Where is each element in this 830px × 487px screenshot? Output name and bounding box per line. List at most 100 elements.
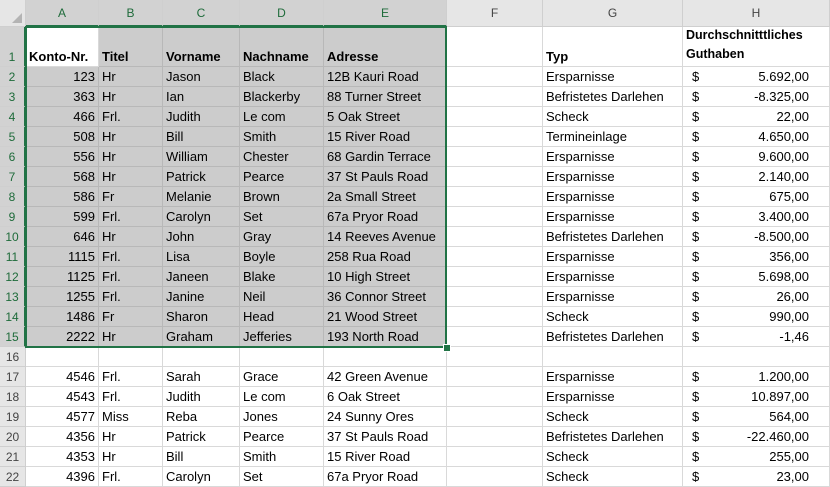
- cell-titel[interactable]: Fr: [99, 187, 163, 207]
- cell-guthaben[interactable]: $ -1,46: [683, 327, 830, 347]
- cell-vorname[interactable]: Reba: [163, 407, 240, 427]
- cell-adresse[interactable]: 10 High Street: [324, 267, 447, 287]
- cell-adresse[interactable]: 5 Oak Street: [324, 107, 447, 127]
- row-header-4[interactable]: 4: [0, 107, 26, 127]
- cell-konto[interactable]: 568: [26, 167, 99, 187]
- header-cell-adresse[interactable]: Adresse: [324, 27, 447, 67]
- cell-typ[interactable]: [543, 347, 683, 367]
- cell-typ[interactable]: Ersparnisse: [543, 387, 683, 407]
- row-header-17[interactable]: 17: [0, 367, 26, 387]
- cell-titel[interactable]: Hr: [99, 87, 163, 107]
- row-header-9[interactable]: 9: [0, 207, 26, 227]
- cell-typ[interactable]: Ersparnisse: [543, 207, 683, 227]
- cell-adresse[interactable]: [324, 347, 447, 367]
- cell-adresse[interactable]: 68 Gardin Terrace: [324, 147, 447, 167]
- header-cell-guthaben[interactable]: Durchschnitttliches Guthaben: [683, 27, 830, 67]
- cell-adresse[interactable]: 42 Green Avenue: [324, 367, 447, 387]
- cell-titel[interactable]: Frl.: [99, 207, 163, 227]
- cell-adresse[interactable]: 88 Turner Street: [324, 87, 447, 107]
- cell-titel[interactable]: Frl.: [99, 287, 163, 307]
- cell-nachname[interactable]: Smith: [240, 127, 324, 147]
- cell-titel[interactable]: Hr: [99, 327, 163, 347]
- cell-nachname[interactable]: Grace: [240, 367, 324, 387]
- cell-konto[interactable]: 1486: [26, 307, 99, 327]
- cell-nachname[interactable]: Brown: [240, 187, 324, 207]
- cell-titel[interactable]: Hr: [99, 447, 163, 467]
- header-cell-titel[interactable]: Titel: [99, 27, 163, 67]
- cell-titel[interactable]: Frl.: [99, 467, 163, 487]
- row-header-10[interactable]: 10: [0, 227, 26, 247]
- cell-konto[interactable]: 4396: [26, 467, 99, 487]
- cell-typ[interactable]: Ersparnisse: [543, 147, 683, 167]
- cell-nachname[interactable]: Le com: [240, 107, 324, 127]
- cell-guthaben[interactable]: $1.200,00: [683, 367, 830, 387]
- cell-nachname[interactable]: Blackerby: [240, 87, 324, 107]
- row-header-19[interactable]: 19: [0, 407, 26, 427]
- row-header-21[interactable]: 21: [0, 447, 26, 467]
- cell-empty[interactable]: [447, 387, 543, 407]
- row-header-6[interactable]: 6: [0, 147, 26, 167]
- select-all-corner[interactable]: [0, 0, 26, 27]
- cell-titel[interactable]: Hr: [99, 167, 163, 187]
- cell-guthaben[interactable]: $22,00: [683, 107, 830, 127]
- cell-konto[interactable]: 508: [26, 127, 99, 147]
- cell-adresse[interactable]: 14 Reeves Avenue: [324, 227, 447, 247]
- cell-guthaben[interactable]: $ -8.500,00: [683, 227, 830, 247]
- cell-vorname[interactable]: Sarah: [163, 367, 240, 387]
- cell-guthaben[interactable]: $5.698,00: [683, 267, 830, 287]
- cell-guthaben[interactable]: $10.897,00: [683, 387, 830, 407]
- cell-vorname[interactable]: Patrick: [163, 427, 240, 447]
- cell-typ[interactable]: Ersparnisse: [543, 247, 683, 267]
- cell-titel[interactable]: Frl.: [99, 387, 163, 407]
- cell-konto[interactable]: 466: [26, 107, 99, 127]
- cell-typ[interactable]: Ersparnisse: [543, 287, 683, 307]
- cell-konto[interactable]: 4543: [26, 387, 99, 407]
- cell-vorname[interactable]: Judith: [163, 107, 240, 127]
- cell-adresse[interactable]: 15 River Road: [324, 447, 447, 467]
- cell-titel[interactable]: Hr: [99, 147, 163, 167]
- cell-vorname[interactable]: Jason: [163, 67, 240, 87]
- cell-adresse[interactable]: 67a Pryor Road: [324, 207, 447, 227]
- cell-vorname[interactable]: Bill: [163, 447, 240, 467]
- row-header-22[interactable]: 22: [0, 467, 26, 487]
- cell-typ[interactable]: Scheck: [543, 307, 683, 327]
- cell-typ[interactable]: Scheck: [543, 467, 683, 487]
- cell-typ[interactable]: Befristetes Darlehen: [543, 327, 683, 347]
- cell-vorname[interactable]: Melanie: [163, 187, 240, 207]
- cell-guthaben[interactable]: $356,00: [683, 247, 830, 267]
- cell-nachname[interactable]: [240, 347, 324, 367]
- row-header-12[interactable]: 12: [0, 267, 26, 287]
- cell-vorname[interactable]: Bill: [163, 127, 240, 147]
- cell-nachname[interactable]: Jones: [240, 407, 324, 427]
- column-header-d[interactable]: D: [240, 0, 324, 27]
- row-header-7[interactable]: 7: [0, 167, 26, 187]
- cell-adresse[interactable]: 6 Oak Street: [324, 387, 447, 407]
- cell-empty[interactable]: [447, 87, 543, 107]
- cell-typ[interactable]: Scheck: [543, 107, 683, 127]
- column-header-g[interactable]: G: [543, 0, 683, 27]
- row-header-18[interactable]: 18: [0, 387, 26, 407]
- cell-nachname[interactable]: Pearce: [240, 427, 324, 447]
- cell-konto[interactable]: 4577: [26, 407, 99, 427]
- cell-empty[interactable]: [447, 247, 543, 267]
- cell-titel[interactable]: Hr: [99, 127, 163, 147]
- cell-adresse[interactable]: 24 Sunny Ores: [324, 407, 447, 427]
- cell-konto[interactable]: 2222: [26, 327, 99, 347]
- cell-guthaben[interactable]: $9.600,00: [683, 147, 830, 167]
- cell-adresse[interactable]: 37 St Pauls Road: [324, 167, 447, 187]
- cell-typ[interactable]: Scheck: [543, 447, 683, 467]
- cell-empty[interactable]: [447, 427, 543, 447]
- cell-konto[interactable]: 556: [26, 147, 99, 167]
- cell-typ[interactable]: Termineinlage: [543, 127, 683, 147]
- cell-empty[interactable]: [447, 67, 543, 87]
- cell-konto[interactable]: 123: [26, 67, 99, 87]
- cell-empty[interactable]: [447, 307, 543, 327]
- cell-nachname[interactable]: Jefferies: [240, 327, 324, 347]
- cell-vorname[interactable]: John: [163, 227, 240, 247]
- cell-nachname[interactable]: Smith: [240, 447, 324, 467]
- cell-adresse[interactable]: 12B Kauri Road: [324, 67, 447, 87]
- cell-empty[interactable]: [447, 267, 543, 287]
- cell-konto[interactable]: 4356: [26, 427, 99, 447]
- column-header-h[interactable]: H: [683, 0, 830, 27]
- cell-nachname[interactable]: Blake: [240, 267, 324, 287]
